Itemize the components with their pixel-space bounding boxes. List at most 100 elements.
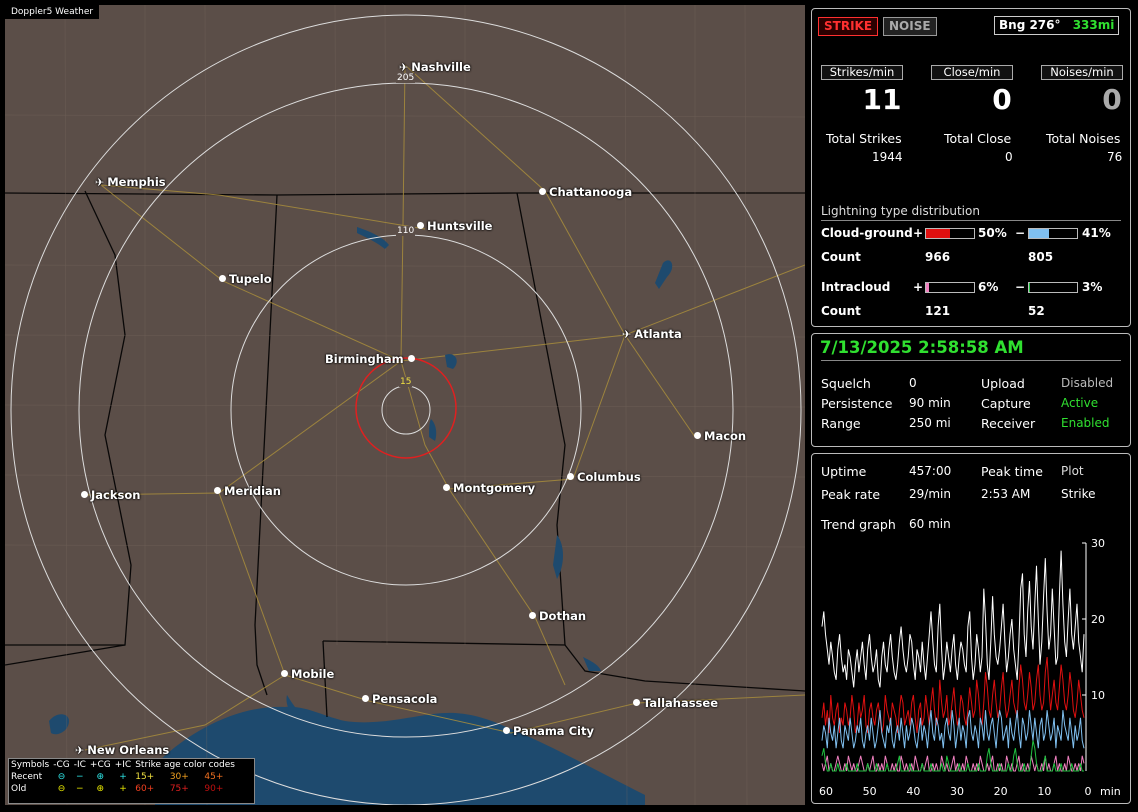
- legend-header-pos-cg: +CG: [89, 760, 111, 770]
- ic-count-label: Count: [821, 304, 861, 318]
- cg-minus-sign: −: [1015, 226, 1026, 240]
- city-dot-icon: [81, 491, 88, 498]
- cg-negative-bar-fill: [1029, 229, 1049, 238]
- bearing-readout: Bng 276° 333mi: [994, 16, 1120, 35]
- ic-plus-sign: +: [913, 280, 924, 294]
- strike-counts-panel: STRIKE NOISE Bng 276° 333mi Strikes/min …: [811, 8, 1131, 327]
- legend-header-pos-ic: +IC: [114, 760, 132, 770]
- noises-per-min-label[interactable]: Noises/min: [1041, 65, 1123, 80]
- city-dot-icon: [214, 487, 221, 494]
- city-nashville: ✈ Nashville: [399, 60, 471, 74]
- city-jackson: Jackson: [81, 488, 140, 502]
- pos-ic-recent-icon: +: [119, 772, 127, 782]
- x-tick-label: 60: [819, 785, 833, 798]
- status-divider: [821, 360, 1121, 361]
- distribution-title: Lightning type distribution: [821, 204, 980, 218]
- neg-cg-old-icon: ⊖: [57, 784, 66, 794]
- x-tick-label: 30: [950, 785, 964, 798]
- trend-graph-label: Trend graph: [821, 517, 896, 532]
- city-dot-icon: [407, 355, 415, 362]
- upload-value: Disabled: [1061, 376, 1114, 390]
- plot-value[interactable]: Strike: [1061, 487, 1096, 501]
- cg-positive-count: 966: [925, 250, 951, 264]
- city-meridian: Meridian: [214, 484, 281, 498]
- total-close-label: Total Close: [944, 131, 1012, 146]
- status-panel: 7/13/2025 2:58:58 AM Squelch 0 Persisten…: [811, 333, 1131, 447]
- neg-cg-recent-icon: ⊖: [57, 772, 66, 782]
- city-dot-icon: [503, 727, 510, 734]
- uptime-value: 457:00: [909, 464, 952, 478]
- city-dot-icon: [417, 222, 424, 229]
- ic-positive-bar: [925, 282, 975, 293]
- intracloud-label: Intracloud: [821, 280, 891, 294]
- noise-mode-button[interactable]: NOISE: [883, 17, 937, 36]
- city-dot-icon: [443, 484, 450, 491]
- cloud-ground-label: Cloud-ground: [821, 226, 913, 240]
- strike-mode-button[interactable]: STRIKE: [818, 17, 879, 36]
- cg-plus-sign: +: [913, 226, 924, 240]
- strikes-per-min-value: 11: [862, 83, 902, 116]
- trend-chart: 30 20 10 60 50 40 30 20 10 0 min: [819, 539, 1121, 798]
- city-dot-icon: [694, 432, 701, 439]
- close-per-min-label[interactable]: Close/min: [931, 65, 1013, 80]
- ring-label-205: 205: [396, 73, 416, 83]
- pos-ic-old-icon: +: [119, 784, 127, 794]
- x-tick-label: 50: [863, 785, 877, 798]
- x-axis-label: min: [1100, 785, 1121, 798]
- city-dot-icon: [633, 699, 640, 706]
- range-ring-15: [381, 385, 431, 435]
- city-dot-icon: [567, 473, 574, 480]
- cg-negative-count: 805: [1028, 250, 1054, 264]
- neg-ic-recent-icon: −: [76, 772, 84, 782]
- x-tick-label: 20: [994, 785, 1008, 798]
- bearing-value: Bng 276°: [999, 18, 1061, 32]
- persistence-label: Persistence: [821, 396, 893, 411]
- ring-label-110: 110: [396, 226, 416, 236]
- uptime-label: Uptime: [821, 464, 867, 479]
- ic-negative-bar-fill: [1029, 283, 1031, 292]
- range-value: 250 mi: [909, 416, 951, 430]
- receiver-label: Receiver: [981, 416, 1036, 431]
- trend-series-line-0: [821, 550, 1085, 688]
- age-code-30: 30+: [169, 772, 189, 782]
- plot-label: Plot: [1061, 464, 1084, 478]
- airport-icon: ✈: [399, 61, 409, 74]
- symbol-legend: Symbols -CG -IC +CG +IC Strike age color…: [8, 758, 255, 804]
- total-noises-value: 76: [1107, 150, 1123, 164]
- airport-icon: ✈: [622, 328, 632, 341]
- airport-icon: ✈: [75, 744, 85, 757]
- city-new-orleans: ✈ New Orleans: [75, 743, 170, 757]
- city-memphis: ✈ Memphis: [95, 175, 166, 189]
- total-strikes-label: Total Strikes: [826, 131, 902, 146]
- city-panama-city: Panama City: [503, 724, 594, 738]
- strikes-per-min-label[interactable]: Strikes/min: [821, 65, 903, 80]
- city-dot-icon: [539, 188, 546, 195]
- city-dot-icon: [219, 275, 226, 282]
- total-close-value: 0: [1005, 150, 1013, 164]
- lightning-map[interactable]: Doppler5 Weather 205 110 15 ✈ Nashville ✈…: [5, 5, 805, 805]
- ic-negative-bar: [1028, 282, 1078, 293]
- pos-cg-recent-icon: ⊕: [96, 772, 105, 782]
- legend-header-neg-cg: -CG: [53, 760, 70, 770]
- ic-minus-sign: −: [1015, 280, 1026, 294]
- ic-negative-count: 52: [1028, 304, 1045, 318]
- cg-negative-percent: 41%: [1082, 226, 1111, 240]
- receiver-value: Enabled: [1061, 416, 1110, 430]
- legend-header-age: Strike age color codes: [135, 760, 235, 770]
- total-noises-label: Total Noises: [1046, 131, 1121, 146]
- neg-ic-old-icon: −: [76, 784, 84, 794]
- total-strikes-value: 1944: [872, 150, 903, 164]
- age-code-60: 60+: [135, 784, 155, 794]
- cg-positive-bar: [925, 228, 975, 239]
- cg-positive-percent: 50%: [978, 226, 1007, 240]
- range-ring-110: [230, 234, 582, 586]
- city-dot-icon: [362, 695, 369, 702]
- city-dot-icon: [281, 670, 288, 677]
- city-columbus: Columbus: [567, 470, 641, 484]
- peak-rate-value: 29/min: [909, 487, 951, 501]
- city-tupelo: Tupelo: [219, 272, 272, 286]
- y-tick-label: 10: [1091, 689, 1105, 702]
- squelch-value: 0: [909, 376, 917, 390]
- date-time: 7/13/2025 2:58:58 AM: [820, 338, 1024, 357]
- legend-recent-label: Recent: [11, 772, 43, 782]
